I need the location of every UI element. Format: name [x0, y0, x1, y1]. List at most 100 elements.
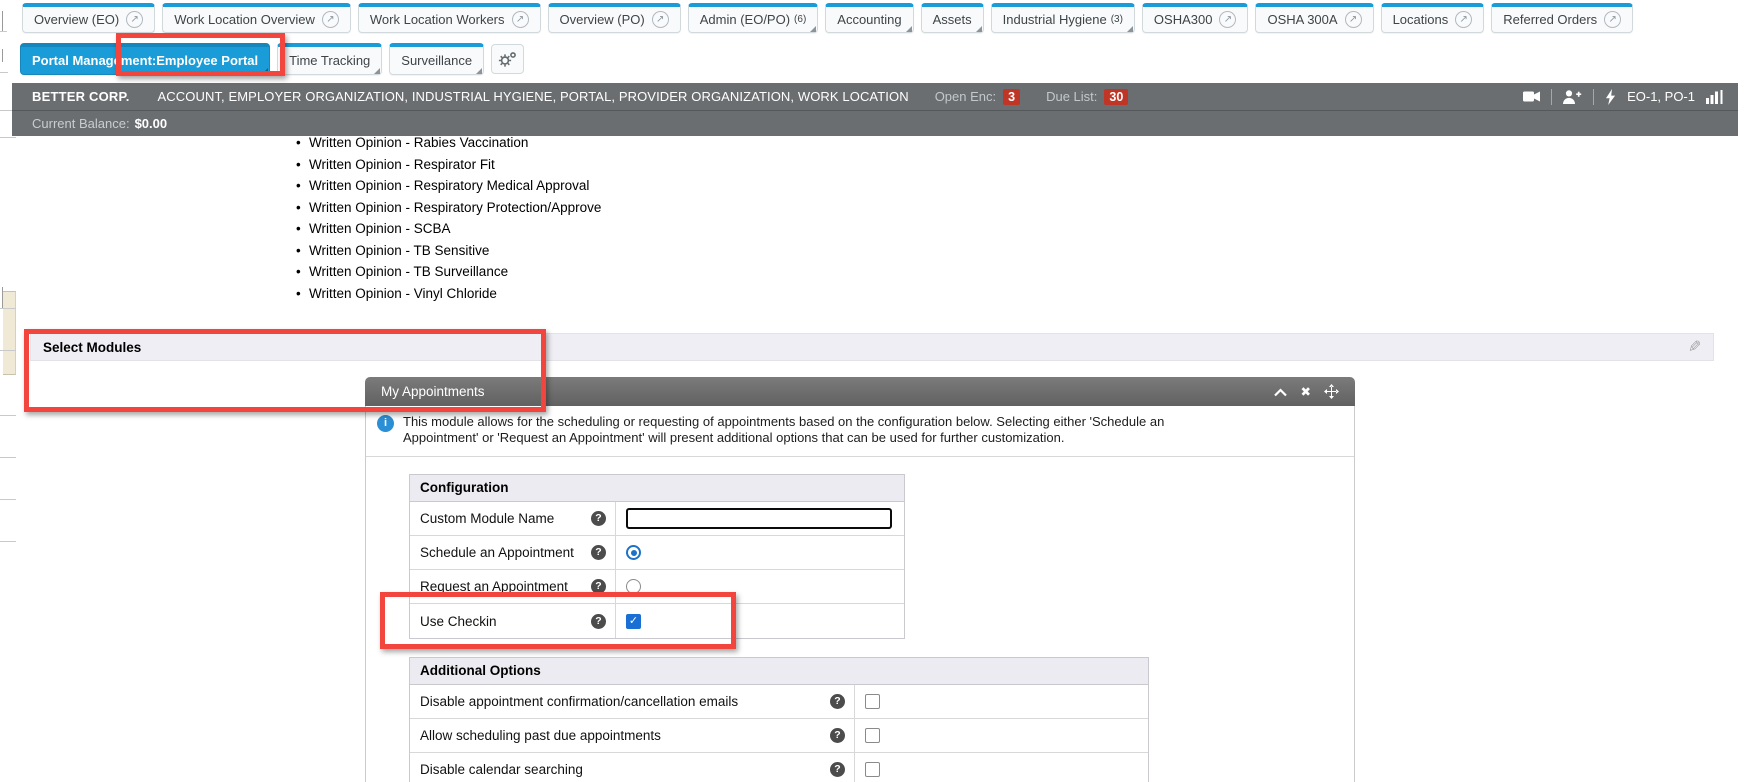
open-enc-badge[interactable]: 3 [1003, 89, 1020, 105]
list-item: Written Opinion - TB Surveillance [296, 261, 601, 283]
my-appointments-panel: My Appointments ✖ i This module allows f… [365, 377, 1355, 782]
help-icon[interactable]: ? [830, 762, 845, 777]
tab-assets[interactable]: Assets [921, 3, 984, 33]
list-item: Written Opinion - SCBA [296, 218, 601, 240]
gutter-tick [0, 31, 7, 32]
tab-settings-button[interactable] [491, 44, 524, 74]
module-description: This module allows for the scheduling or… [403, 414, 1164, 446]
schedule-appointment-radio[interactable] [626, 545, 641, 560]
tab-surveillance[interactable]: Surveillance [389, 43, 484, 75]
dropdown-fold-icon [976, 26, 982, 32]
configuration-table: Configuration Custom Module Name? Schedu… [409, 474, 905, 639]
request-appointment-radio[interactable] [626, 579, 641, 594]
remove-module-icon[interactable]: ✖ [1301, 384, 1311, 399]
open-new-window-icon[interactable]: ↗ [126, 11, 143, 28]
use-checkin-checkbox[interactable]: ✓ [626, 614, 641, 629]
dropdown-fold-icon [476, 68, 482, 74]
additional-options-table-header: Additional Options [410, 658, 1148, 685]
gutter-tick [2, 11, 3, 32]
tab-label: Work Location Workers [370, 12, 505, 27]
disable-calendar-searching-checkbox[interactable] [865, 762, 880, 777]
help-icon[interactable]: ? [591, 614, 606, 629]
balance-bar: Current Balance: $0.00 [12, 110, 1738, 136]
open-new-window-icon[interactable]: ↗ [1219, 11, 1236, 28]
gutter-tick [0, 457, 16, 458]
tab-label: Industrial Hygiene [1003, 12, 1107, 27]
tab-locations[interactable]: Locations↗ [1381, 3, 1485, 33]
panel-body: i This module allows for the scheduling … [365, 406, 1355, 782]
edit-pencil-icon[interactable]: ✎ [1688, 337, 1701, 357]
primary-tab-bar: Overview (EO) ↗ Work Location Overview ↗ W… [22, 3, 1633, 33]
tab-work-location-workers[interactable]: Work Location Workers ↗ [358, 3, 541, 33]
gears-icon [498, 51, 517, 68]
dropdown-fold-icon [374, 68, 380, 74]
panel-title: My Appointments [381, 384, 485, 399]
field-label: Disable appointment confirmation/cancell… [420, 694, 738, 709]
tab-label: Overview (PO) [560, 12, 645, 27]
list-item: Written Opinion - Vinyl Chloride [296, 283, 601, 305]
collapse-chevron-icon[interactable] [1273, 387, 1288, 397]
add-user-icon[interactable] [1563, 90, 1582, 104]
quick-launch-bolt-icon[interactable] [1605, 89, 1616, 105]
tab-referred-orders[interactable]: Referred Orders ↗ [1491, 3, 1633, 33]
tab-label: OSHA300 [1154, 12, 1213, 27]
tab-label: Referred Orders [1503, 12, 1597, 27]
tab-label: Assets [933, 12, 972, 27]
tab-osha-300a[interactable]: OSHA 300A↗ [1255, 3, 1373, 33]
dropdown-fold-icon [262, 68, 268, 74]
tab-label: Work Location Overview [174, 12, 315, 27]
open-new-window-icon[interactable]: ↗ [322, 11, 339, 28]
balance-value: $0.00 [135, 116, 168, 131]
help-icon[interactable]: ? [591, 511, 606, 526]
tab-time-tracking[interactable]: Time Tracking [277, 43, 382, 75]
help-icon[interactable]: ? [830, 694, 845, 709]
allow-past-due-checkbox[interactable] [865, 728, 880, 743]
info-icon: i [377, 415, 394, 432]
due-list-badge[interactable]: 30 [1104, 89, 1128, 105]
tab-label: Time Tracking [289, 53, 370, 68]
open-new-window-icon[interactable]: ↗ [1455, 11, 1472, 28]
configuration-table-header: Configuration [410, 475, 904, 502]
move-module-icon[interactable] [1324, 384, 1339, 399]
custom-module-name-input[interactable] [626, 508, 892, 529]
tab-count: (3) [1111, 14, 1123, 25]
gutter-tick [0, 72, 8, 73]
tab-industrial-hygiene[interactable]: Industrial Hygiene (3) [991, 3, 1135, 33]
list-item: Written Opinion - Respirator Fit [296, 154, 601, 176]
tab-admin-eo-po[interactable]: Admin (EO/PO)(6) [688, 3, 819, 33]
module-info-row: i This module allows for the scheduling … [366, 406, 1354, 457]
open-new-window-icon[interactable]: ↗ [1345, 11, 1362, 28]
tab-work-location-overview[interactable]: Work Location Overview ↗ [162, 3, 351, 33]
field-label: Schedule an Appointment [420, 545, 574, 560]
tab-overview-po[interactable]: Overview (PO) ↗ [548, 3, 681, 33]
open-new-window-icon[interactable]: ↗ [512, 11, 529, 28]
description-line: This module allows for the scheduling or… [403, 414, 1164, 430]
video-camera-icon[interactable] [1523, 90, 1540, 103]
stats-chart-icon[interactable] [1706, 90, 1724, 104]
table-row-schedule-appointment: Schedule an Appointment? [410, 536, 904, 570]
gutter-tick [0, 541, 16, 542]
table-row-allow-past-due: Allow scheduling past due appointments? [410, 719, 1148, 753]
panel-header[interactable]: My Appointments ✖ [365, 377, 1355, 406]
tab-osha300[interactable]: OSHA300 ↗ [1142, 3, 1249, 33]
quick-nav-label[interactable]: EO-1, PO-1 [1627, 89, 1695, 104]
tab-accounting[interactable]: Accounting [825, 3, 913, 33]
tab-label: Surveillance [401, 53, 472, 68]
tab-label: Overview (EO) [34, 12, 119, 27]
help-icon[interactable]: ? [591, 545, 606, 560]
list-item: Written Opinion - TB Sensitive [296, 240, 601, 262]
tab-overview-eo[interactable]: Overview (EO) ↗ [22, 3, 155, 33]
additional-options-table: Additional Options Disable appointment c… [409, 657, 1149, 782]
divider [1551, 89, 1552, 105]
gutter-tick [0, 350, 16, 351]
help-icon[interactable]: ? [830, 728, 845, 743]
open-new-window-icon[interactable]: ↗ [652, 11, 669, 28]
open-new-window-icon[interactable]: ↗ [1604, 11, 1621, 28]
dropdown-fold-icon [906, 26, 912, 32]
balance-label: Current Balance: [32, 116, 130, 131]
help-icon[interactable]: ? [591, 579, 606, 594]
disable-confirmation-emails-checkbox[interactable] [865, 694, 880, 709]
tab-label: Admin (EO/PO) [700, 12, 790, 27]
tab-portal-management-employee-portal[interactable]: Portal Management:Employee Portal [20, 43, 270, 75]
dropdown-fold-icon [810, 26, 816, 32]
